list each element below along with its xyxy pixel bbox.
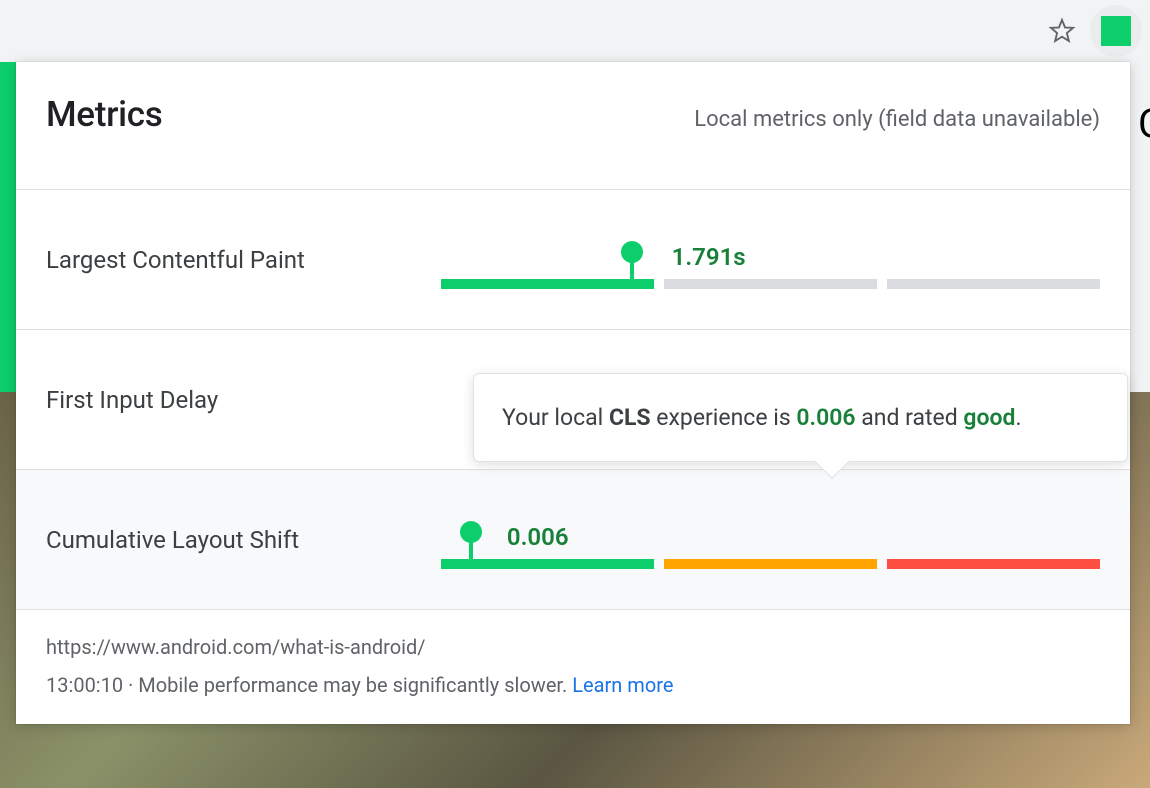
- footer-time: 13:00:10: [46, 673, 123, 697]
- footer-note: Mobile performance may be significantly …: [138, 673, 567, 697]
- threshold-bar: [441, 279, 1100, 289]
- threshold-poor: [887, 559, 1100, 569]
- marker-stem-icon: [630, 261, 634, 289]
- extension-status-icon: [1101, 16, 1131, 46]
- learn-more-link[interactable]: Learn more: [572, 673, 673, 697]
- panel-footer: https://www.android.com/what-is-android/…: [16, 609, 1130, 718]
- metric-value-cls: 0.006: [507, 523, 569, 551]
- tooltip-rating: good: [963, 404, 1015, 431]
- marker-dot-icon: [460, 521, 482, 543]
- tooltip-value: 0.006: [796, 404, 855, 431]
- page-green-strip: [0, 62, 16, 392]
- threshold-bar: [441, 559, 1100, 569]
- obscured-page-text: C: [1138, 100, 1150, 147]
- metric-row-lcp: Largest Contentful Paint 1.791s: [16, 189, 1130, 329]
- marker-dot-icon: [621, 241, 643, 263]
- panel-title: Metrics: [46, 94, 163, 135]
- tooltip-text: .: [1015, 404, 1021, 431]
- metric-marker-cls: [460, 521, 482, 569]
- metric-value-lcp: 1.791s: [672, 243, 746, 271]
- tooltip-text: and rated: [856, 404, 964, 431]
- browser-toolbar: [0, 0, 1150, 62]
- bookmark-star-button[interactable]: [1044, 13, 1080, 49]
- footer-separator: ·: [123, 673, 138, 697]
- metric-tooltip: Your local CLS experience is 0.006 and r…: [473, 373, 1128, 463]
- tooltip-text: Your local: [502, 404, 609, 431]
- metric-label: Largest Contentful Paint: [46, 246, 441, 274]
- panel-subtitle: Local metrics only (field data unavailab…: [694, 107, 1100, 132]
- threshold-poor: [887, 279, 1100, 289]
- metric-label: First Input Delay: [46, 386, 441, 414]
- tooltip-text: experience is: [651, 404, 797, 431]
- tooltip-arrow-icon: [815, 445, 849, 479]
- web-vitals-panel: Metrics Local metrics only (field data u…: [16, 62, 1130, 724]
- metric-marker-lcp: [621, 241, 643, 289]
- threshold-needs-improvement: [664, 559, 877, 569]
- tooltip-metric-abbrev: CLS: [609, 404, 651, 431]
- marker-stem-icon: [469, 541, 473, 569]
- panel-header: Metrics Local metrics only (field data u…: [16, 62, 1130, 189]
- metric-bar-lcp: 1.791s: [441, 231, 1100, 289]
- star-icon: [1048, 17, 1076, 45]
- metric-row-cls[interactable]: Cumulative Layout Shift Your local CLS e…: [16, 469, 1130, 609]
- threshold-needs-improvement: [664, 279, 877, 289]
- metric-bar-cls: Your local CLS experience is 0.006 and r…: [441, 511, 1100, 569]
- extension-badge-button[interactable]: [1090, 5, 1142, 57]
- footer-url: https://www.android.com/what-is-android/: [46, 628, 1100, 666]
- metric-label: Cumulative Layout Shift: [46, 526, 441, 554]
